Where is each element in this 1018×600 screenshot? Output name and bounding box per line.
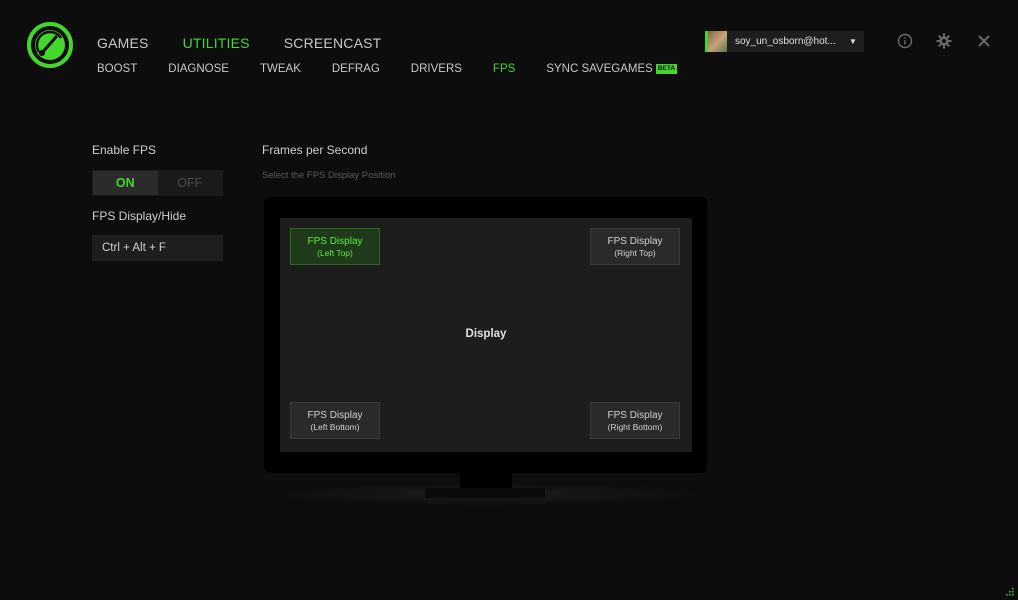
fps-position-right-bottom[interactable]: FPS Display (Right Bottom) <box>590 402 680 439</box>
subtab-sync-savegames[interactable]: SYNC SAVEGAMES BETA <box>546 63 678 75</box>
close-icon[interactable] <box>976 33 992 49</box>
resize-grip-icon[interactable] <box>1004 586 1014 596</box>
hotkey-label: FPS Display/Hide <box>92 209 187 223</box>
subtab-sync-savegames-label: SYNC SAVEGAMES <box>546 63 653 75</box>
fps-position-title: FPS Display <box>607 235 663 247</box>
caret-down-icon: ▼ <box>849 37 857 46</box>
gear-icon[interactable] <box>936 33 952 49</box>
fps-position-sub: (Right Bottom) <box>607 421 663 432</box>
tab-screencast[interactable]: SCREENCAST <box>284 35 382 51</box>
subtab-defrag[interactable]: DEFRAG <box>332 63 380 75</box>
account-dropdown[interactable]: soy_un_osborn@hot... ▼ <box>705 31 864 52</box>
fps-settings-panel: Enable FPS ON OFF FPS Display/Hide Ctrl … <box>92 143 223 261</box>
subtab-boost[interactable]: BOOST <box>97 63 137 75</box>
fps-position-right-top[interactable]: FPS Display (Right Top) <box>590 228 680 265</box>
tab-games[interactable]: GAMES <box>97 35 149 51</box>
fps-position-sub: (Left Top) <box>317 247 353 258</box>
fps-position-title: FPS Display <box>307 235 363 247</box>
top-nav: GAMES UTILITIES SCREENCAST <box>97 35 415 51</box>
monitor-base <box>425 488 545 498</box>
sub-nav: BOOST DIAGNOSE TWEAK DEFRAG DRIVERS FPS … <box>97 63 708 75</box>
account-email: soy_un_osborn@hot... <box>735 36 836 47</box>
toggle-off-option[interactable]: OFF <box>158 171 223 195</box>
tab-utilities[interactable]: UTILITIES <box>183 35 250 51</box>
hotkey-field[interactable]: Ctrl + Alt + F <box>92 235 223 261</box>
beta-badge: BETA <box>655 64 678 74</box>
fps-position-title: FPS Display <box>607 409 663 421</box>
fps-position-title: FPS Display <box>307 409 363 421</box>
info-icon[interactable] <box>897 33 913 49</box>
subtab-drivers[interactable]: DRIVERS <box>411 63 462 75</box>
fps-position-left-top[interactable]: FPS Display (Left Top) <box>290 228 380 265</box>
subtab-fps[interactable]: FPS <box>493 63 515 75</box>
fps-position-sub: (Left Bottom) <box>310 421 360 432</box>
avatar <box>705 31 727 52</box>
enable-fps-toggle[interactable]: ON OFF <box>92 170 223 196</box>
subtab-diagnose[interactable]: DIAGNOSE <box>168 63 229 75</box>
section-subtitle: Select the FPS Display Position <box>262 170 396 181</box>
display-label: Display <box>465 328 507 340</box>
section-title: Frames per Second <box>262 143 368 157</box>
speedometer-logo-icon <box>27 22 73 68</box>
fps-position-left-bottom[interactable]: FPS Display (Left Bottom) <box>290 402 380 439</box>
toggle-on-option[interactable]: ON <box>93 171 158 195</box>
subtab-tweak[interactable]: TWEAK <box>260 63 301 75</box>
enable-fps-label: Enable FPS <box>92 143 157 157</box>
fps-position-sub: (Right Top) <box>614 247 656 258</box>
